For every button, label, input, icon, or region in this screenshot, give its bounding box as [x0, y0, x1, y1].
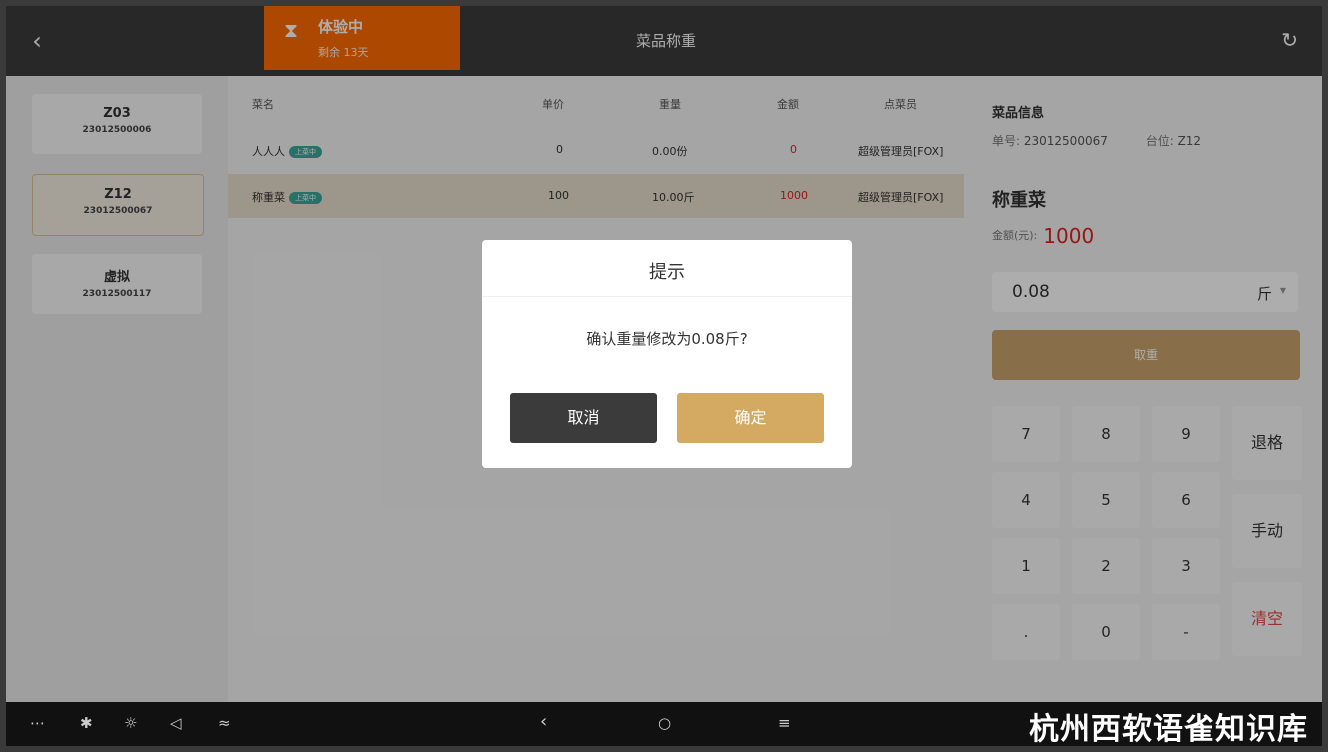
- confirm-button[interactable]: 确定: [677, 393, 824, 443]
- nav-home-icon[interactable]: ○: [658, 714, 671, 732]
- system-nav-bar: ⋯ ✱ ☼ ◁ ≈ ‹ ○ ≡ 杭州西软语雀知识库: [6, 702, 1322, 746]
- cancel-button[interactable]: 取消: [510, 393, 657, 443]
- dialog-title: 提示: [649, 262, 685, 283]
- more-icon[interactable]: ⋯: [30, 714, 45, 732]
- confirm-dialog: 提示 确认重量修改为0.08斤? 取消 确定: [482, 240, 852, 468]
- bluetooth-icon[interactable]: ✱: [80, 714, 93, 732]
- wifi-icon[interactable]: ≈: [218, 714, 231, 732]
- dialog-divider: [482, 296, 852, 297]
- nav-back-icon[interactable]: ‹: [540, 711, 547, 732]
- volume-icon[interactable]: ◁: [170, 714, 182, 732]
- dialog-message: 确认重量修改为0.08斤?: [586, 330, 748, 348]
- watermark-text: 杭州西软语雀知识库: [1029, 712, 1308, 746]
- brightness-icon[interactable]: ☼: [124, 714, 137, 732]
- nav-recents-icon[interactable]: ≡: [778, 714, 791, 732]
- app-screen: ‹ ⧗ 体验中 剩余 13天 菜品称重 ↻ Z03 23012500006 Z1…: [6, 6, 1322, 746]
